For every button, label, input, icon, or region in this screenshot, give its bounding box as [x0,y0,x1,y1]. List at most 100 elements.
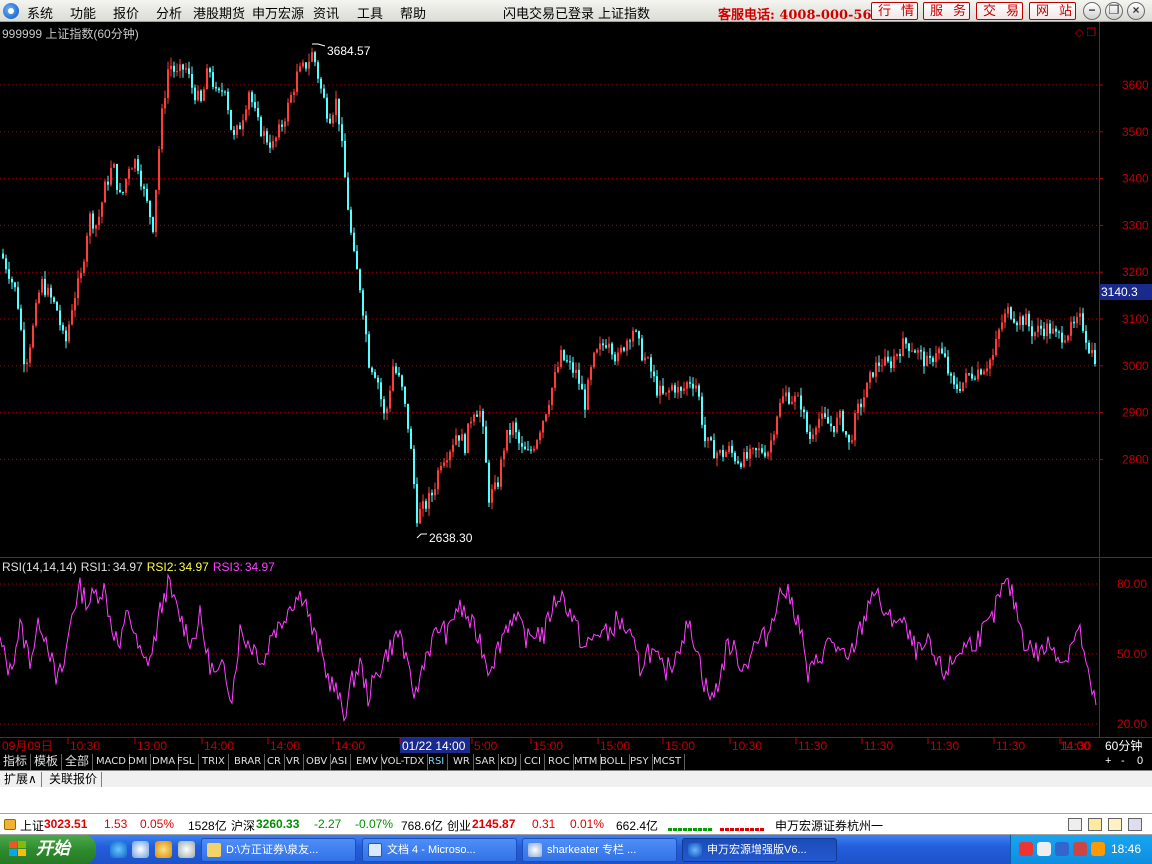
task-trading-app[interactable]: 申万宏源增强版V6... [682,838,837,862]
menu-item-system[interactable]: 系统 [27,3,53,22]
menu-item-hk-futures[interactable]: 港股期货 [193,3,245,22]
chart-corner-icons[interactable]: ◇ ❐ [1075,26,1096,39]
candle-body [524,446,526,450]
candle-body [86,235,88,262]
candle-body [326,97,328,119]
candle-body [605,345,607,348]
menu-item-function[interactable]: 功能 [70,3,96,22]
candle-body [770,440,772,453]
indicator-tab-cci[interactable]: CCI [521,754,545,770]
media-icon[interactable] [155,841,172,858]
candle-body [302,62,304,67]
lock-icon[interactable] [4,819,16,830]
candle-body [809,431,811,439]
candle-body [839,411,841,418]
menu-item-analysis[interactable]: 分析 [156,3,182,22]
desktop-icon[interactable] [132,841,149,858]
candle-body [767,452,769,457]
candle-body [842,411,844,432]
candle-body [476,414,478,417]
time-label: 11:30 [996,739,1025,753]
indicator-tab-roc[interactable]: ROC [545,754,574,770]
candle-body [599,343,601,350]
left-tab-2[interactable]: 全部 [62,754,94,770]
menu-item-swhy[interactable]: 申万宏源 [252,3,304,22]
candle-body [416,484,418,524]
zoom-control-2[interactable]: 0 [1137,754,1143,770]
indicator-tab-psy[interactable]: PSY [627,754,653,770]
network-icon[interactable] [1055,842,1069,856]
candle-body [506,430,508,451]
close-icon[interactable]: × [1127,2,1145,20]
minimize-icon[interactable]: − [1083,2,1101,20]
window-icon[interactable] [1068,818,1082,831]
quote-button[interactable]: 行情 [871,2,918,20]
ie-icon[interactable] [110,841,127,858]
candle-body [227,91,229,111]
candle-body [170,65,172,70]
trade-button[interactable]: 交易 [976,2,1023,20]
left-tab-0[interactable]: 指标 [0,754,32,770]
indicator-tab-wr[interactable]: WR [450,754,474,770]
candle-body [878,362,880,366]
indicator-tab-vr[interactable]: VR [283,754,304,770]
candle-body [239,125,241,130]
left-tab-1[interactable]: 模板 [31,754,63,770]
menu-item-quote[interactable]: 报价 [113,3,139,22]
price-tick-label: 3000 [1122,359,1149,373]
candle-body [914,350,916,353]
indicator-tab-dmi[interactable]: DMI [125,754,152,770]
candle-body [773,434,775,441]
candle-body [740,463,742,467]
candle-body [713,440,715,459]
candle-body [59,310,61,326]
candle-body [1064,340,1066,343]
candle-body [392,366,394,391]
menu-item-help[interactable]: 帮助 [400,3,426,22]
security-icon[interactable] [1073,842,1087,856]
candle-body [95,225,97,229]
note-icon[interactable] [1108,818,1122,831]
candle-body [1082,313,1084,331]
candle-body [956,384,958,389]
indicator-tab-vol-tdx[interactable]: VOL-TDX [378,754,429,770]
volume-icon[interactable] [1091,842,1105,856]
quicklaunch-more-icon[interactable] [178,841,195,858]
task-word[interactable]: 文档 4 - Microso... [362,838,517,862]
candle-body [371,367,373,373]
indicator-tab-brar[interactable]: BRAR [231,754,266,770]
menu-item-tools[interactable]: 工具 [357,3,383,22]
related-quote-tab[interactable]: 关联报价 [45,772,103,787]
start-button[interactable]: 开始 [0,835,96,864]
indicator-tab-boll[interactable]: BOLL [597,754,630,770]
restore-icon[interactable]: ❐ [1105,2,1123,20]
signal-icon[interactable] [1088,818,1102,831]
zoom-control-1[interactable]: - [1121,754,1125,770]
indicator-tab-sar[interactable]: SAR [472,754,500,770]
indicator-tab-fsl[interactable]: FSL [174,754,199,770]
indicator-tab-mcst[interactable]: MCST [650,754,686,770]
indicator-tab-kdj[interactable]: KDJ [497,754,522,770]
task-folder[interactable]: D:\方正证券\泉友... [201,838,356,862]
candle-body [653,371,655,377]
settings-icon[interactable] [1128,818,1142,831]
menu-item-news[interactable]: 资讯 [313,3,339,22]
indicator-tab-cr[interactable]: CR [264,754,285,770]
candle-body [1061,332,1063,343]
time-label: 14:00 [270,739,300,753]
task-browser[interactable]: sharkeater 专栏 ... [522,838,677,862]
indicator-tab-asi[interactable]: ASI [328,754,352,770]
indicator-tab-rsi[interactable]: RSI [425,754,449,770]
expand-tab[interactable]: 扩展∧ [0,772,42,787]
candle-body [158,149,160,190]
indicator-tab-trix[interactable]: TRIX [199,754,229,770]
input-method-icon[interactable] [1037,842,1051,856]
website-button[interactable]: 网站 [1029,2,1076,20]
candle-body [1067,335,1069,341]
service-button[interactable]: 服务 [923,2,970,20]
zoom-control-0[interactable]: + [1105,754,1111,770]
flag-icon[interactable] [1019,842,1033,856]
candle-body [908,343,910,352]
candle-body [812,434,814,439]
sz-change: -2.27 [314,817,342,831]
